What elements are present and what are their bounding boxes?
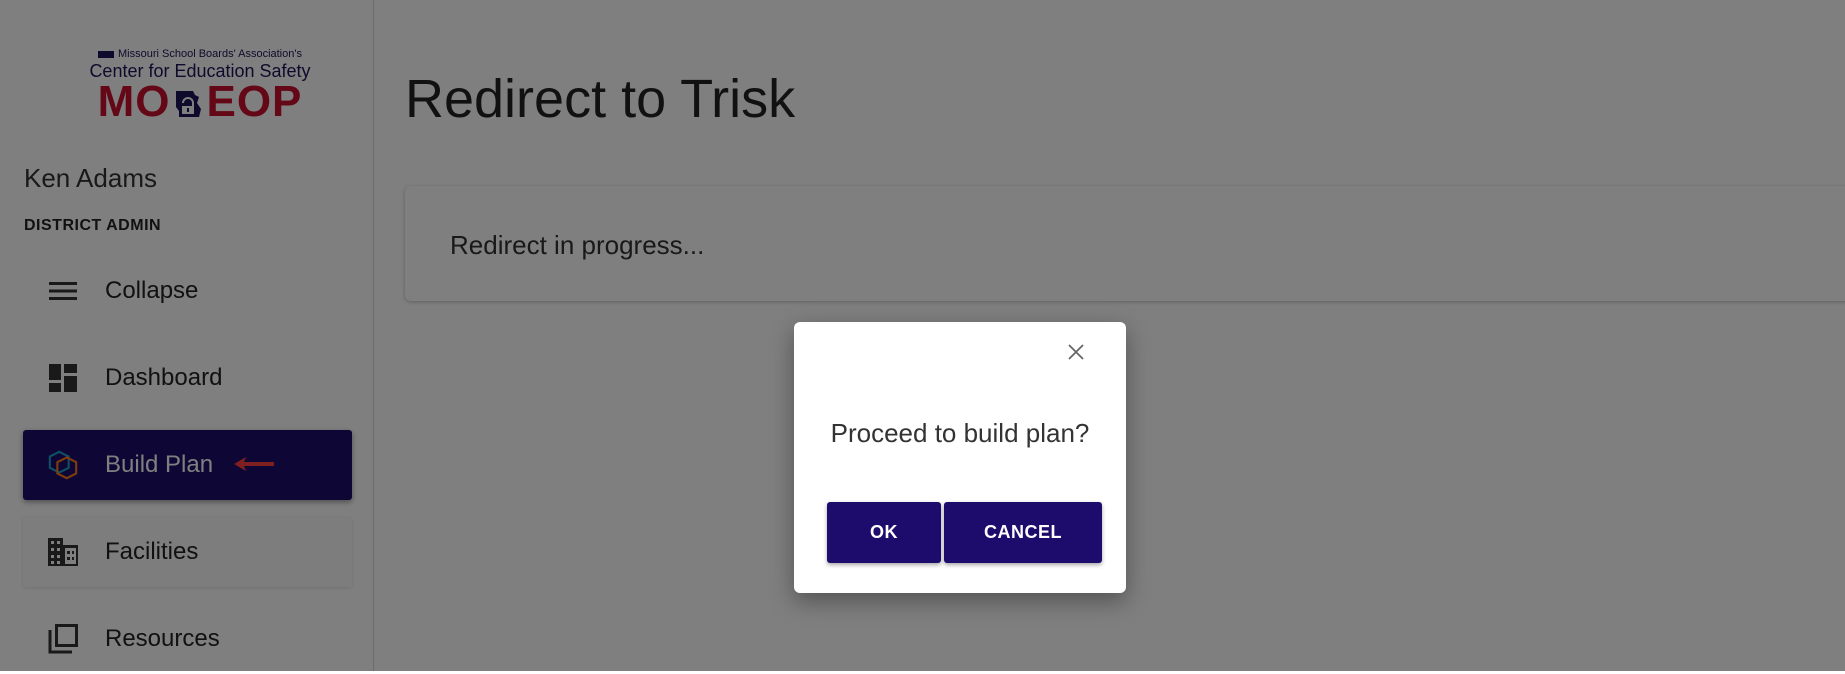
ok-button[interactable]: OK [827,502,941,563]
close-icon[interactable] [1064,340,1088,364]
cancel-button[interactable]: CANCEL [944,502,1102,563]
confirm-dialog: Proceed to build plan? OK CANCEL [794,322,1126,593]
dialog-question: Proceed to build plan? [830,418,1090,448]
